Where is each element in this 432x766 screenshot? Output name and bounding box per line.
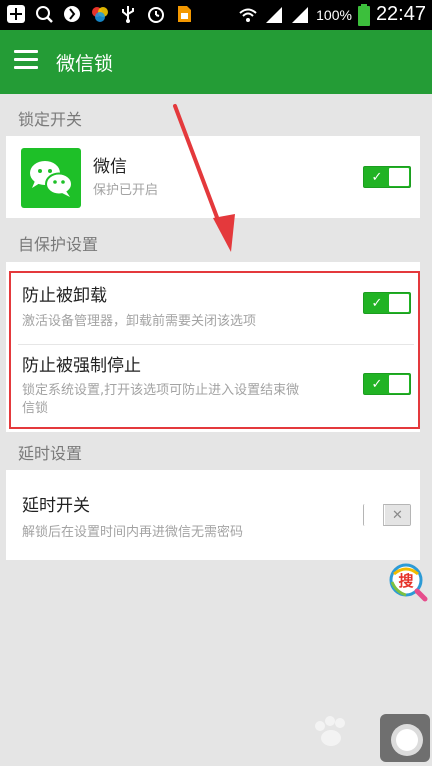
battery-icon [357, 3, 370, 26]
add-icon [7, 5, 25, 23]
usb-icon [122, 6, 134, 23]
wechat-icon [21, 148, 81, 208]
battery-percent: 100% [316, 6, 352, 23]
wifi-icon [239, 8, 257, 22]
shield-icon [64, 6, 80, 22]
delay-switch-toggle[interactable]: ✕ [363, 504, 411, 526]
section-title-lock-switch: 锁定开关 [18, 110, 83, 129]
status-bar: 100% 22:47 [0, 0, 432, 30]
sim-icon [178, 6, 191, 22]
delay-switch-desc: 解锁后在设置时间内再进微信无需密码 [22, 525, 244, 540]
search-fab-label: 搜 [398, 572, 414, 590]
system-status: 100% 22:47 [238, 3, 426, 26]
signal-icon [266, 6, 283, 23]
app-name: 微信 [93, 157, 127, 177]
color-app-icon [92, 7, 108, 22]
app-bar: 微信锁 [0, 30, 432, 94]
delay-switch-title: 延时开关 [22, 496, 90, 516]
menu-icon[interactable] [14, 50, 38, 74]
signal-icon-2 [292, 6, 309, 23]
wechat-lock-toggle[interactable]: ✓ [363, 166, 411, 188]
paw-watermark-icon [315, 716, 345, 746]
search-fab-icon[interactable]: 搜 [388, 562, 428, 602]
assistive-ball-icon[interactable] [380, 714, 430, 762]
notification-icons [6, 4, 194, 24]
app-title: 微信锁 [56, 53, 114, 75]
app-lock-status: 保护已开启 [93, 183, 159, 198]
section-title-delay: 延时设置 [18, 444, 83, 463]
highlight-box [9, 271, 420, 429]
alarm-icon [148, 7, 164, 23]
delay-switch-row[interactable]: 延时开关 解锁后在设置时间内再进微信无需密码 ✕ [6, 470, 420, 560]
clock: 22:47 [375, 3, 426, 25]
search-icon [36, 6, 53, 23]
close-icon: ✕ [385, 505, 410, 525]
annotation-arrow [173, 104, 235, 252]
check-icon: ✓ [371, 169, 383, 185]
section-title-self-protect: 自保护设置 [18, 235, 99, 254]
